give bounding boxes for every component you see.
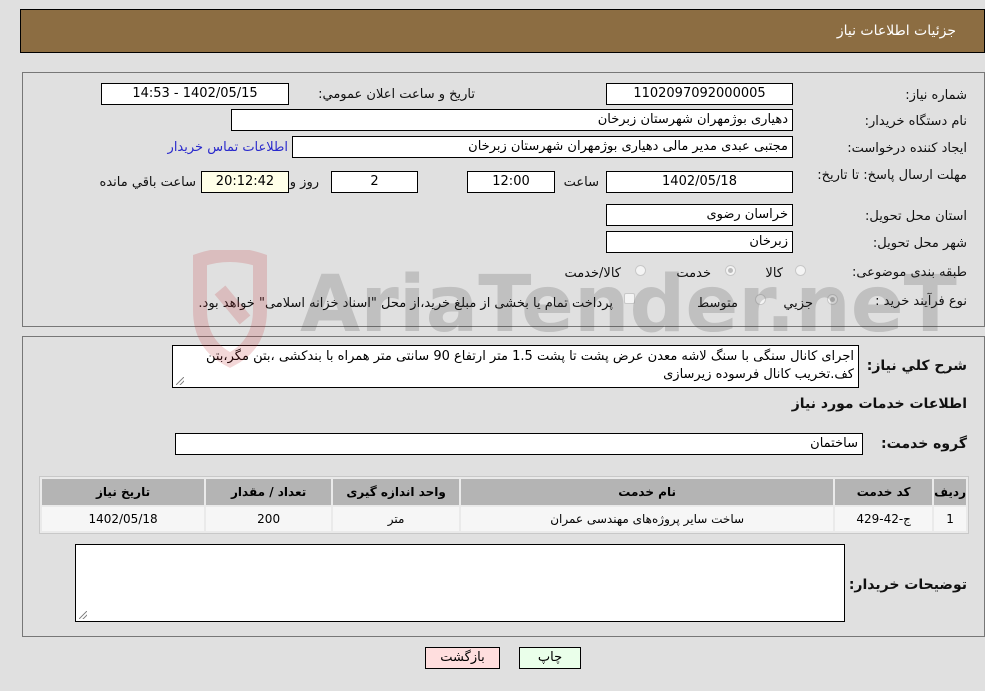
page-title: جزئیات اطلاعات نیاز <box>836 23 956 39</box>
process-medium-label: متوسط <box>697 296 738 311</box>
process-minor-label: جزيي <box>783 296 813 311</box>
process-radio-minor[interactable] <box>827 294 838 305</box>
table-header-row: ردیف کد خدمت نام خدمت واحد اندازه گیری ت… <box>42 479 966 505</box>
treasury-note: پرداخت تمام یا بخشی از مبلغ خرید،از محل … <box>198 296 613 311</box>
city-field[interactable]: زبرخان <box>606 231 793 253</box>
cell-need-date: 1402/05/18 <box>42 507 205 531</box>
category-radio-goods[interactable] <box>795 265 806 276</box>
col-quantity: تعداد / مقدار <box>206 479 332 505</box>
category-label: طبقه بندی موضوعی: <box>851 265 967 280</box>
category-radio-service[interactable] <box>725 265 736 276</box>
creator-label: ایجاد کننده درخواست: <box>847 141 967 156</box>
need-number-label: شماره نیاز: <box>905 88 967 103</box>
buyer-org-field[interactable]: دهیاری بوژمهران شهرستان زبرخان <box>231 109 793 131</box>
buyer-contact-link[interactable]: اطلاعات تماس خریدار <box>168 140 288 155</box>
deadline-time-field[interactable]: 12:00 <box>467 171 555 193</box>
cell-service-code: ج-42-429 <box>835 507 933 531</box>
process-label: نوع فرآیند خرید : <box>875 294 967 309</box>
category-service-label: خدمت <box>676 266 711 281</box>
print-button[interactable]: چاپ <box>519 647 581 669</box>
col-service-name: نام خدمت <box>461 479 834 505</box>
cell-quantity: 200 <box>206 507 332 531</box>
description-text: اجرای کانال سنگی با سنگ لاشه معدن عرض پش… <box>205 349 854 382</box>
remaining-time-label: ساعت باقي مانده <box>99 175 196 190</box>
buyer-notes-textarea[interactable] <box>75 544 845 622</box>
province-field[interactable]: خراسان رضوی <box>606 204 793 226</box>
category-radio-goods-service[interactable] <box>635 265 646 276</box>
days-label: روز و <box>289 175 319 190</box>
services-table: ردیف کد خدمت نام خدمت واحد اندازه گیری ت… <box>39 476 969 534</box>
service-group-label: گروه خدمت: <box>881 436 967 452</box>
cell-row-number: 1 <box>934 507 966 531</box>
resize-handle-icon[interactable] <box>79 611 87 619</box>
description-label: شرح کلي نياز: <box>866 358 967 374</box>
province-label: استان محل تحویل: <box>865 209 967 224</box>
category-goods-label: کالا <box>765 266 783 281</box>
services-section-title: اطلاعات خدمات مورد نیاز <box>791 396 967 412</box>
cell-unit: متر <box>333 507 460 531</box>
cell-service-name: ساخت سایر پروژه‌های مهندسی عمران <box>461 507 834 531</box>
process-radio-medium[interactable] <box>755 294 766 305</box>
creator-field[interactable]: مجتبی عبدی مدیر مالی دهیاری بوژمهران شهر… <box>292 136 793 158</box>
description-textarea[interactable]: اجرای کانال سنگی با سنگ لاشه معدن عرض پش… <box>172 345 859 388</box>
col-need-date: تاریخ نیاز <box>42 479 205 505</box>
treasury-checkbox[interactable] <box>624 293 635 304</box>
remaining-time-field: 20:12:42 <box>201 171 289 193</box>
table-row: 1 ج-42-429 ساخت سایر پروژه‌های مهندسی عم… <box>42 507 966 531</box>
deadline-time-label: ساعت <box>563 175 599 190</box>
page-header: جزئیات اطلاعات نیاز <box>20 9 985 53</box>
announce-datetime-label: تاریخ و ساعت اعلان عمومي: <box>318 87 475 102</box>
service-group-field[interactable]: ساختمان <box>175 433 863 455</box>
city-label: شهر محل تحویل: <box>872 236 967 251</box>
need-number-field[interactable]: 1102097092000005 <box>606 83 793 105</box>
deadline-label: مهلت ارسال پاسخ: تا تاریخ: <box>817 168 967 183</box>
deadline-date-field[interactable]: 1402/05/18 <box>606 171 793 193</box>
resize-handle-icon[interactable] <box>176 377 184 385</box>
days-remaining-field[interactable]: 2 <box>331 171 418 193</box>
announce-datetime-field[interactable]: 1402/05/15 - 14:53 <box>101 83 289 105</box>
buyer-notes-label: توضیحات خریدار: <box>848 577 967 593</box>
category-goods-service-label: کالا/خدمت <box>564 266 621 281</box>
col-row-number: ردیف <box>934 479 966 505</box>
buyer-org-label: نام دستگاه خریدار: <box>864 114 967 129</box>
col-unit: واحد اندازه گیری <box>333 479 460 505</box>
col-service-code: کد خدمت <box>835 479 933 505</box>
back-button[interactable]: بازگشت <box>425 647 500 669</box>
